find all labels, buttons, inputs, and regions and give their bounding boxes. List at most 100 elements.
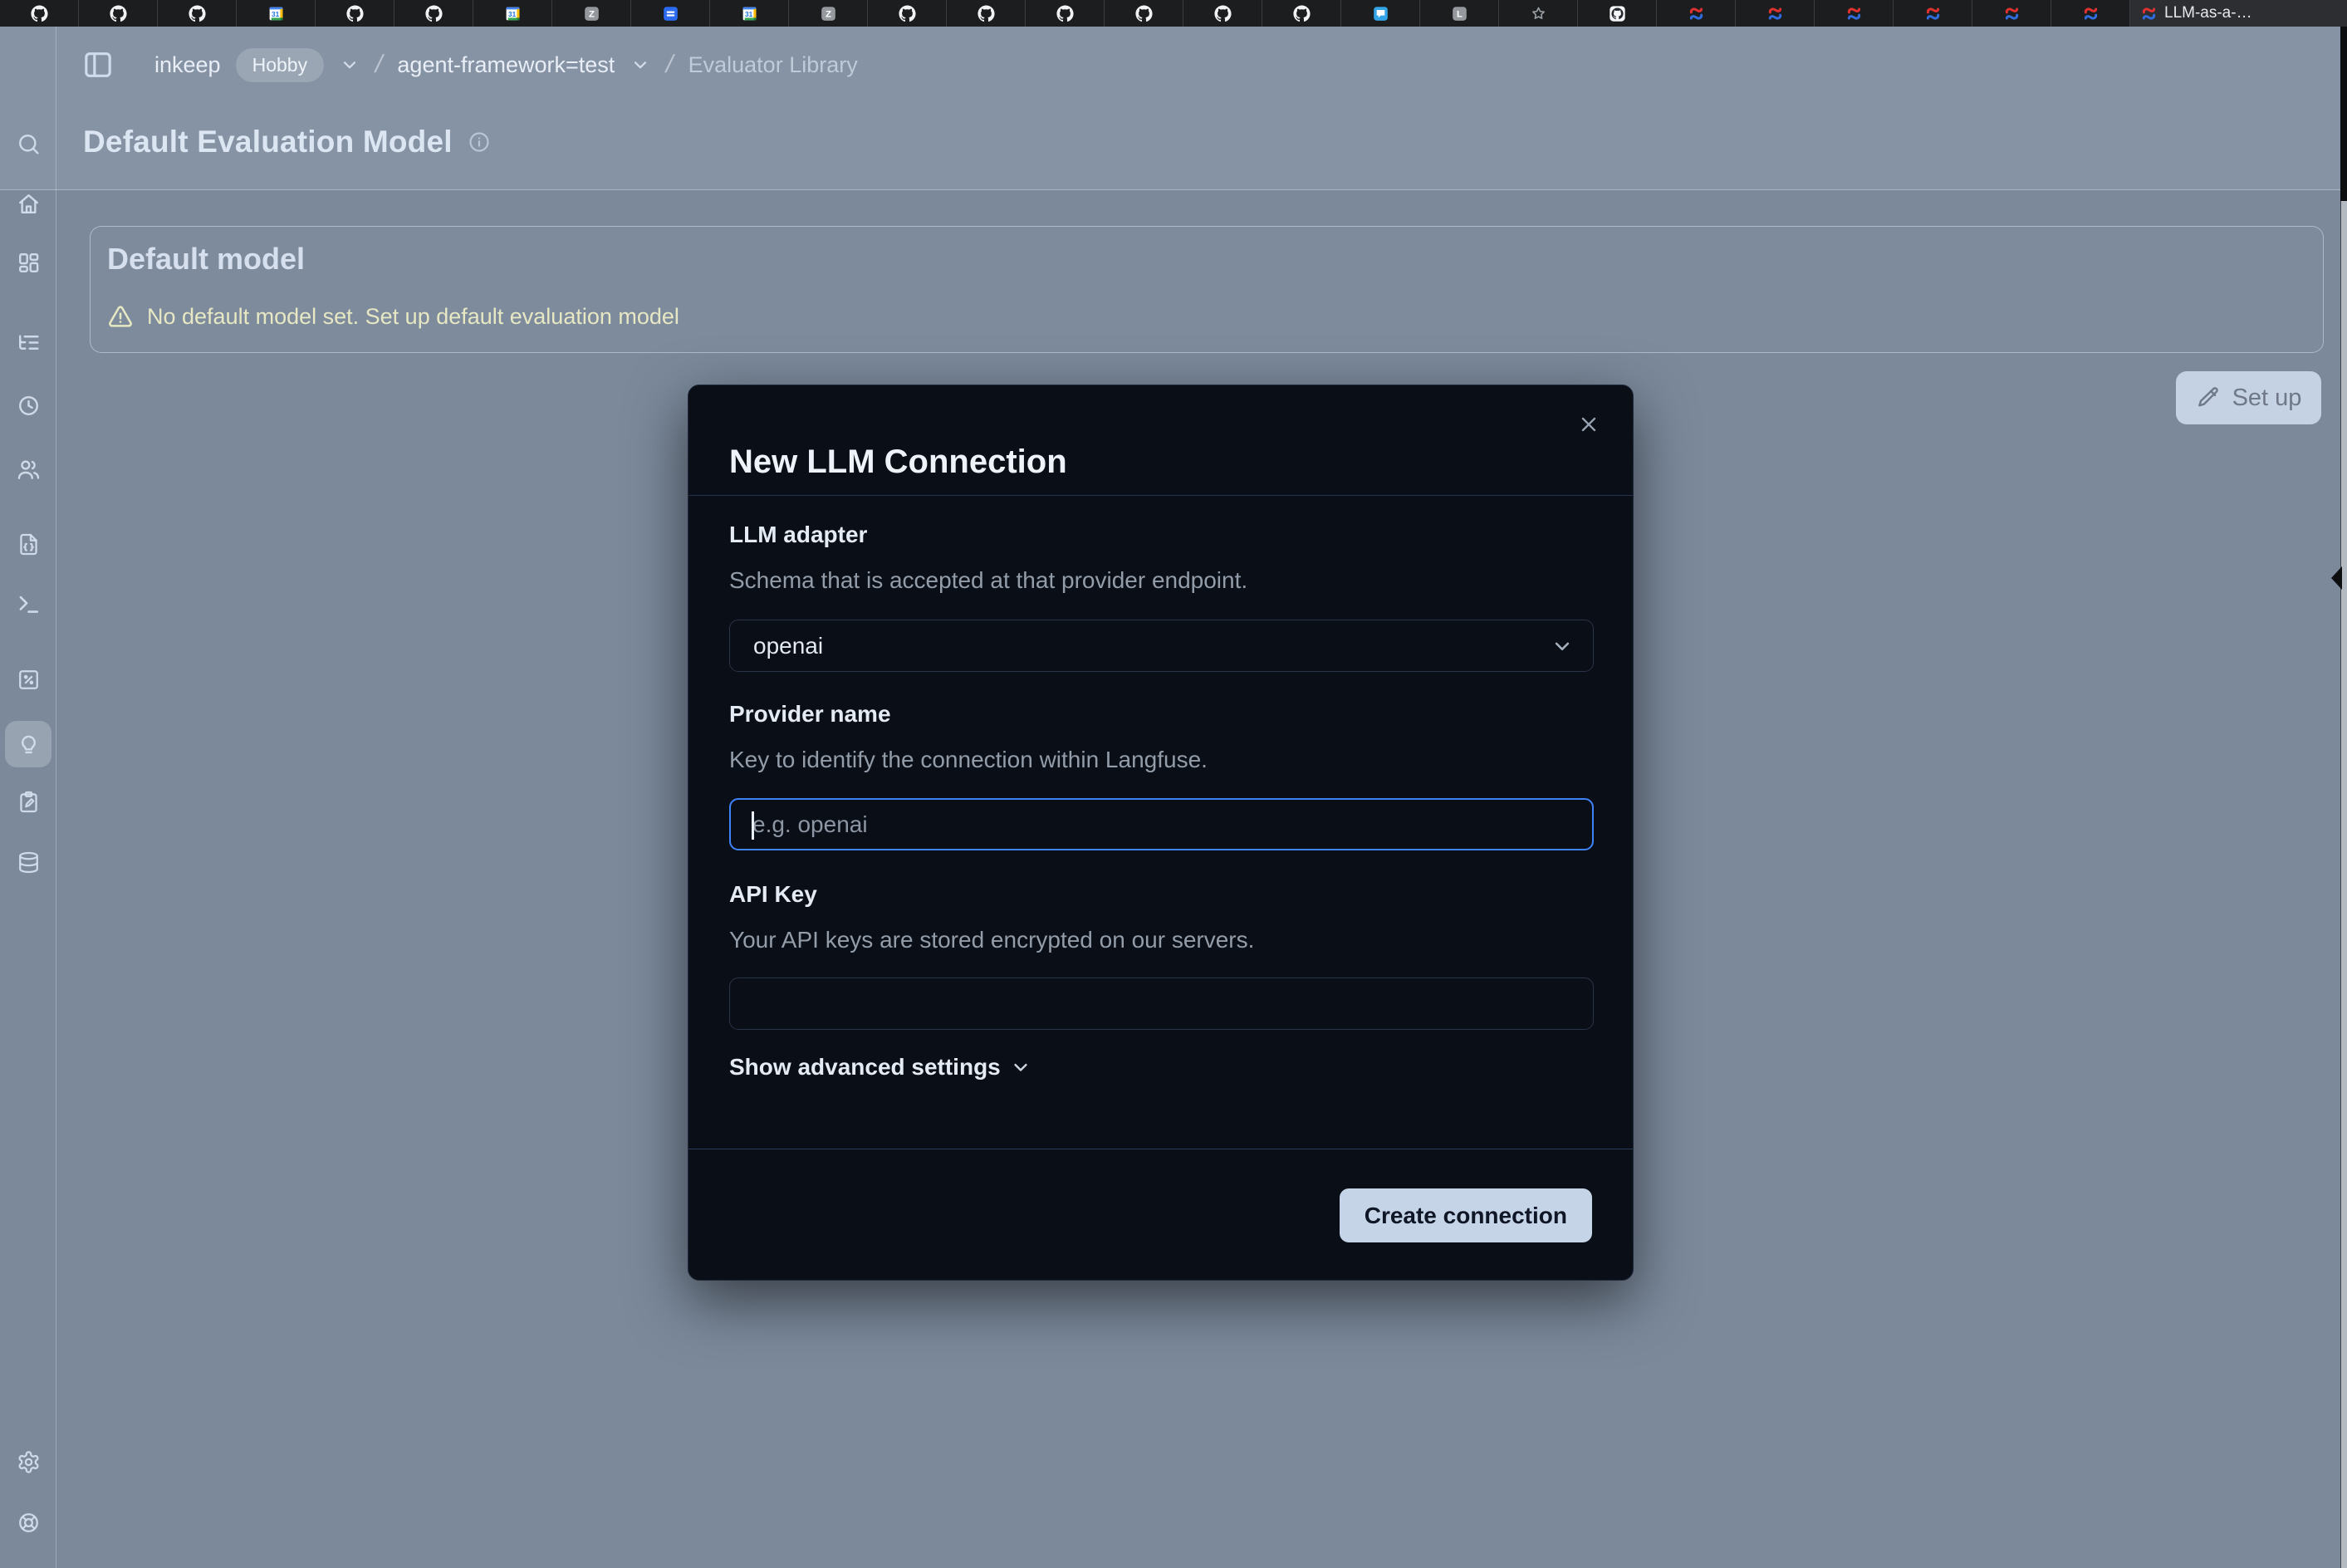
langfuse-icon <box>1688 5 1705 22</box>
window-edge-notch <box>2331 566 2342 590</box>
github-icon <box>425 5 443 22</box>
pinned-tab-langfuse[interactable] <box>1736 0 1815 27</box>
breadcrumb-separator: / <box>372 51 385 79</box>
sidebar-item-users[interactable] <box>5 446 51 492</box>
sidebar-item-home[interactable] <box>5 180 51 227</box>
dialog-header-divider <box>688 495 1633 496</box>
users-icon <box>17 458 41 482</box>
breadcrumb-separator: / <box>664 51 677 79</box>
chat-icon <box>1372 5 1389 22</box>
pinned-tab-github[interactable] <box>947 0 1026 27</box>
provider-name-input[interactable] <box>731 800 1592 849</box>
pinned-tab-github[interactable] <box>1183 0 1262 27</box>
sidebar-item-sessions[interactable] <box>5 382 51 429</box>
calendar-icon <box>267 5 285 22</box>
pinned-tab-chat[interactable] <box>1341 0 1420 27</box>
pinned-tab-github[interactable] <box>1105 0 1183 27</box>
pinned-tab-github-light[interactable] <box>1578 0 1657 27</box>
pinned-tab-langfuse[interactable] <box>1972 0 2051 27</box>
sidebar-item-search[interactable] <box>5 120 51 167</box>
pinned-tab-github[interactable] <box>394 0 473 27</box>
warning-row: No default model set. Set up default eva… <box>107 303 679 330</box>
api-key-description: Your API keys are stored encrypted on ou… <box>729 927 1254 953</box>
pinned-tab-langfuse[interactable] <box>1657 0 1736 27</box>
terminal-icon <box>17 592 41 616</box>
pinned-tab-docs[interactable] <box>631 0 710 27</box>
sidebar-item-tracing[interactable] <box>5 319 51 365</box>
pinned-tabs <box>0 0 2130 27</box>
set-up-button[interactable]: Set up <box>2176 371 2321 424</box>
pinned-tab-github[interactable] <box>158 0 237 27</box>
pinned-tab-langfuse[interactable] <box>1894 0 1972 27</box>
sidebar-item-playground[interactable] <box>5 581 51 627</box>
pinned-tab-calendar[interactable] <box>473 0 552 27</box>
advanced-settings-toggle[interactable]: Show advanced settings <box>729 1054 1032 1080</box>
sidebar-item-scores[interactable] <box>5 656 51 703</box>
close-button[interactable] <box>1575 410 1603 439</box>
linear-icon <box>1451 5 1468 22</box>
create-connection-button[interactable]: Create connection <box>1340 1188 1592 1242</box>
pinned-tab-star[interactable] <box>1499 0 1578 27</box>
chevron-down-icon[interactable] <box>339 54 360 76</box>
breadcrumb: inkeep Hobby / agent-framework=test / Ev… <box>80 42 858 88</box>
pinned-tab-langfuse[interactable] <box>2051 0 2130 27</box>
breadcrumb-project[interactable]: agent-framework=test <box>397 52 615 78</box>
sidebar-item-support[interactable] <box>5 1499 51 1546</box>
pinned-tab-github[interactable] <box>1026 0 1105 27</box>
sidebar-item-evaluators[interactable] <box>5 721 51 767</box>
alert-triangle-icon <box>107 303 134 330</box>
docs-icon <box>662 5 679 22</box>
chevron-down-icon[interactable] <box>630 54 651 76</box>
langfuse-icon <box>2082 5 2100 22</box>
app-window: inkeep Hobby / agent-framework=test / Ev… <box>0 27 2347 1568</box>
database-icon <box>17 850 41 875</box>
github-icon <box>978 5 995 22</box>
clipboard-icon <box>17 790 41 814</box>
pinned-tab-calendar[interactable] <box>237 0 316 27</box>
sidebar-item-settings[interactable] <box>5 1438 51 1485</box>
provider-name-field <box>729 798 1594 850</box>
provider-name-description: Key to identify the connection within La… <box>729 747 1208 773</box>
pinned-tab-github[interactable] <box>316 0 394 27</box>
pinned-tab-zotero[interactable] <box>789 0 868 27</box>
github-icon <box>1135 5 1153 22</box>
breadcrumb-org[interactable]: inkeep <box>154 52 221 78</box>
pinned-tab-zotero[interactable] <box>552 0 631 27</box>
provider-name-label: Provider name <box>729 701 891 728</box>
pinned-tab-langfuse[interactable] <box>1815 0 1894 27</box>
github-icon <box>1056 5 1074 22</box>
langfuse-icon <box>1845 5 1863 22</box>
pinned-tab-calendar[interactable] <box>710 0 789 27</box>
active-tab-title: LLM-as-a-… <box>2164 4 2252 22</box>
page-title: Default Evaluation Model <box>83 125 453 159</box>
sidebar-toggle-button[interactable] <box>80 47 116 83</box>
panel-left-icon <box>81 48 115 81</box>
langfuse-icon <box>1924 5 1942 22</box>
sidebar-item-dashboards[interactable] <box>5 239 51 286</box>
pinned-tab-github[interactable] <box>868 0 947 27</box>
sidebar-item-prompts[interactable] <box>5 521 51 567</box>
langfuse-icon <box>2003 5 2021 22</box>
pinned-tab-github[interactable] <box>0 0 79 27</box>
github-icon <box>1214 5 1232 22</box>
sidebar-item-annotation-queues[interactable] <box>5 778 51 825</box>
pinned-tab-linear[interactable] <box>1420 0 1499 27</box>
adapter-label: LLM adapter <box>729 522 867 548</box>
pinned-tab-github[interactable] <box>79 0 158 27</box>
active-browser-tab[interactable]: LLM-as-a-… <box>2130 0 2347 27</box>
info-icon[interactable] <box>468 130 491 154</box>
pinned-tab-github[interactable] <box>1262 0 1341 27</box>
github-light-icon <box>1609 5 1626 22</box>
api-key-input[interactable] <box>730 978 1593 1029</box>
chevron-down-icon <box>1550 634 1575 659</box>
sidebar-item-datasets[interactable] <box>5 839 51 885</box>
gear-icon <box>17 1450 41 1474</box>
api-key-label: API Key <box>729 881 817 908</box>
chevron-down-icon <box>1009 1056 1032 1079</box>
zotero-icon <box>583 5 600 22</box>
lifebuoy-icon <box>17 1511 41 1535</box>
adapter-select[interactable]: openai <box>729 620 1594 672</box>
window-edge <box>2340 27 2347 1568</box>
new-llm-connection-dialog: New LLM Connection LLM adapter Schema th… <box>688 385 1634 1281</box>
adapter-description: Schema that is accepted at that provider… <box>729 567 1247 594</box>
